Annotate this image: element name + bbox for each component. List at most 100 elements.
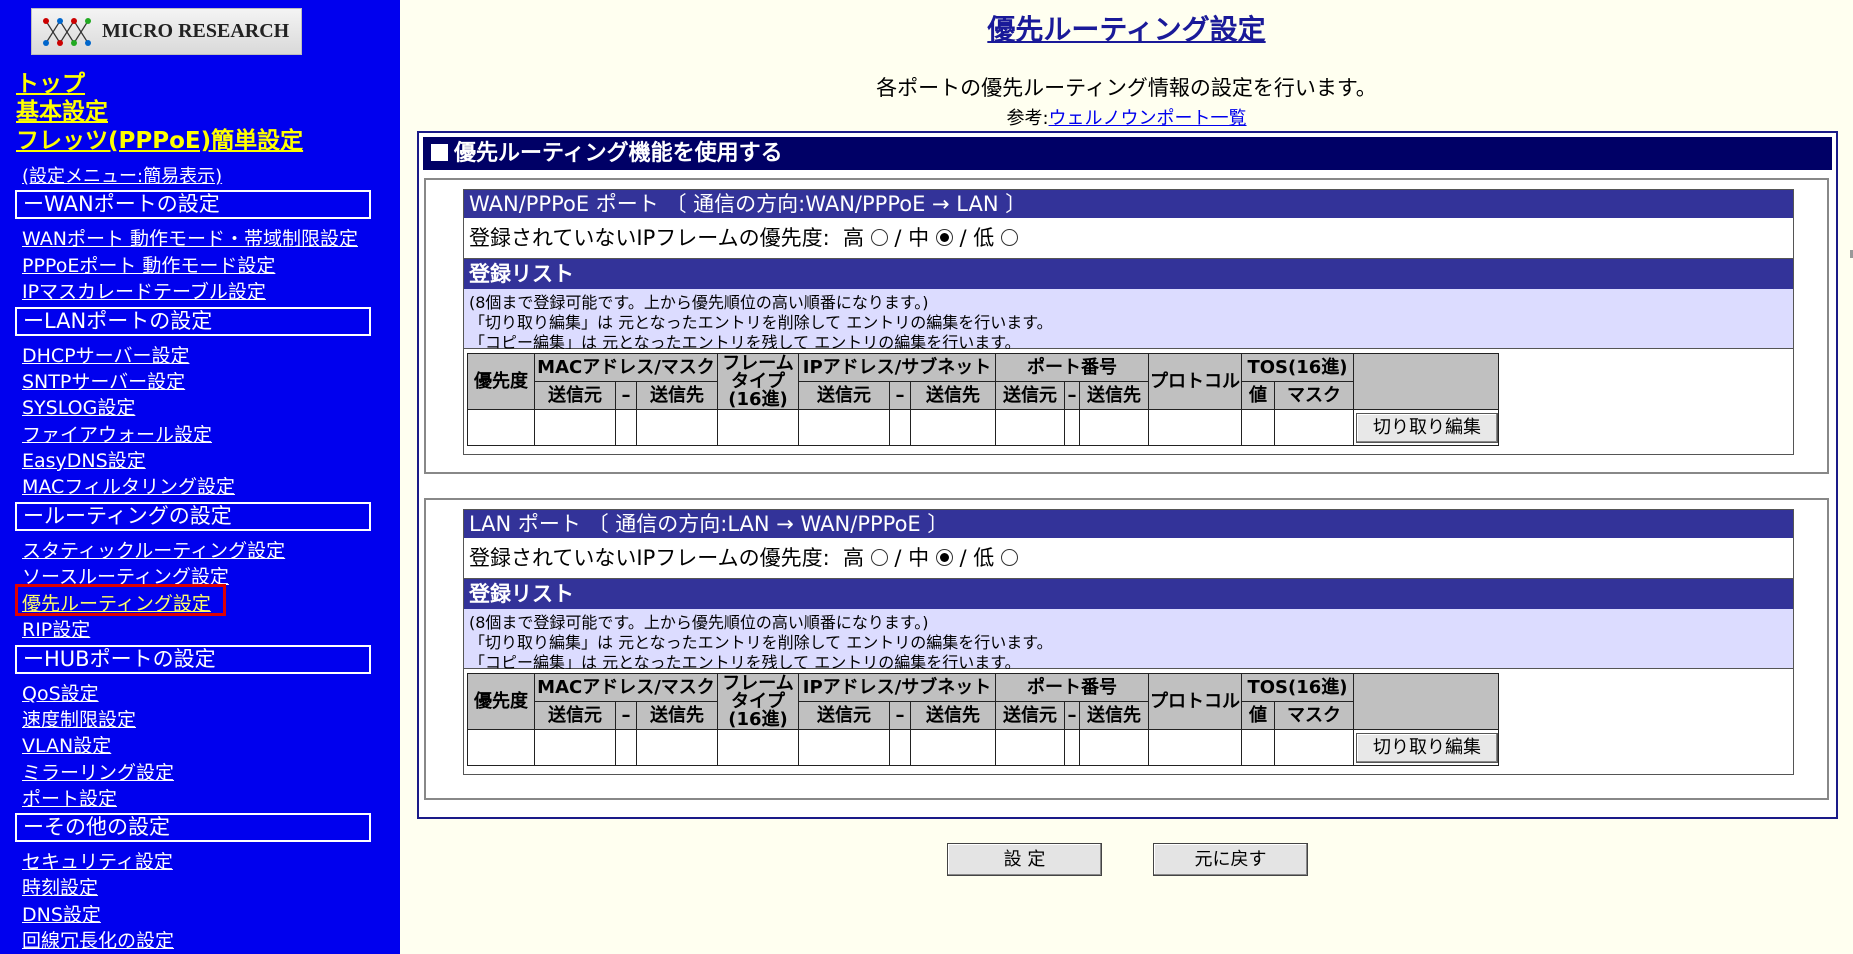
col-frame-type-line3: (16進): [728, 708, 788, 730]
wan-priority-label: 登録されていないIPフレームの優先度:: [469, 226, 830, 250]
logo-mark-icon: [43, 18, 91, 46]
enable-priority-routing-checkbox[interactable]: [431, 143, 448, 161]
lan-priority-mid-label: 中: [908, 546, 930, 570]
col-ip-dst: 送信先: [910, 701, 996, 730]
sidebar-item-easydns[interactable]: EasyDNS設定: [22, 446, 146, 473]
lan-route-table: 優先度 MACアドレス/マスク フレーム タイプ (16進) IPアドレス/サブネッ…: [467, 673, 1499, 766]
col-priority: 優先度: [467, 353, 535, 410]
sidebar-item-dns[interactable]: DNS設定: [22, 900, 101, 927]
col-mac-src: 送信元: [534, 381, 616, 410]
col-frame-type-line1: フレーム: [722, 672, 794, 694]
sidebar-item-wan-mode[interactable]: WANポート 動作モード・帯域制限設定: [22, 224, 358, 251]
col-mac-src: 送信元: [534, 701, 616, 730]
lan-cut-edit-button[interactable]: 切り取り編集: [1356, 732, 1498, 763]
lan-port-frame: LAN ポート 〔 通信の方向:LAN → WAN/PPPoE 〕 登録されてい…: [424, 498, 1829, 800]
col-ip: IPアドレス/サブネット: [798, 673, 996, 702]
page-description: 各ポートの優先ルーティング情報の設定を行います。: [876, 76, 1377, 100]
lan-default-priority-row: 登録されていないIPフレームの優先度: 高 / 中 / 低: [464, 538, 1793, 579]
sidebar-item-sntp[interactable]: SNTPサーバー設定: [22, 367, 185, 394]
wan-port-section: WAN/PPPoE ポート 〔 通信の方向:WAN/PPPoE → LAN 〕 …: [463, 189, 1794, 455]
sidebar-item-static-routing[interactable]: スタティックルーティング設定: [22, 536, 285, 563]
col-port-number: ポート番号: [995, 353, 1149, 382]
col-port-dash: –: [1064, 381, 1080, 410]
col-tos-mask: マスク: [1274, 701, 1354, 730]
revert-button[interactable]: 元に戻す: [1153, 843, 1308, 876]
logo-text: MICRO RESEARCH: [102, 20, 290, 42]
sidebar-item-ip-masquerade[interactable]: IPマスカレードテーブル設定: [22, 277, 266, 304]
table-row: 切り取り編集: [467, 409, 1499, 446]
sidebar-section-wan: ーWANポートの設定: [15, 190, 371, 219]
col-port-src: 送信元: [995, 381, 1065, 410]
wan-priority-low-radio[interactable]: [1000, 228, 1018, 246]
col-frame-type: フレーム タイプ (16進): [717, 352, 799, 410]
sidebar-item-mac-filter[interactable]: MACフィルタリング設定: [22, 472, 235, 499]
priority-routing-panel: 優先ルーティング機能を使用する WAN/PPPoE ポート 〔 通信の方向:WA…: [417, 131, 1838, 819]
wan-default-priority-row: 登録されていないIPフレームの優先度: 高 / 中 / 低: [464, 218, 1793, 259]
wan-priority-mid-label: 中: [908, 226, 930, 250]
sidebar-item-security[interactable]: セキュリティ設定: [22, 847, 173, 874]
lan-priority-low-label: 低: [973, 546, 995, 570]
sidebar-item-syslog[interactable]: SYSLOG設定: [22, 393, 135, 420]
col-port-number: ポート番号: [995, 673, 1149, 702]
col-mac-dash: –: [615, 701, 637, 730]
enable-priority-routing-label: 優先ルーティング機能を使用する: [454, 141, 783, 166]
col-protocol: プロトコル: [1148, 353, 1242, 410]
sidebar-item-rate-limit[interactable]: 速度制限設定: [22, 705, 136, 732]
col-actions: [1353, 353, 1499, 410]
lan-priority-high-label: 高: [843, 546, 865, 570]
sidebar-item-qos[interactable]: QoS設定: [22, 679, 99, 706]
sidebar-item-rip[interactable]: RIP設定: [22, 615, 90, 642]
lan-priority-label: 登録されていないIPフレームの優先度:: [469, 546, 830, 570]
table-row: 切り取り編集: [467, 729, 1499, 766]
col-ip-dash: –: [889, 701, 911, 730]
sidebar-item-time[interactable]: 時刻設定: [22, 873, 98, 900]
lan-priority-mid-radio[interactable]: [935, 548, 953, 566]
apply-button[interactable]: 設 定: [947, 843, 1102, 876]
lan-priority-low-radio[interactable]: [1000, 548, 1018, 566]
sidebar-section-lan: ーLANポートの設定: [15, 307, 371, 336]
col-mac-dash: –: [615, 381, 637, 410]
wan-list-notes: (8個まで登録可能です。上から優先順位の高い順番になります。) 「切り取り編集」…: [464, 289, 1793, 352]
wan-priority-high-label: 高: [843, 226, 865, 250]
col-mac: MACアドレス/マスク: [534, 353, 718, 382]
col-protocol: プロトコル: [1148, 673, 1242, 730]
reference-line: 参考:ウェルノウンポート一覧: [400, 104, 1853, 130]
col-actions: [1353, 673, 1499, 730]
sidebar-link-menu-mode[interactable]: (設定メニュー:簡易表示): [22, 162, 222, 188]
wan-port-frame: WAN/PPPoE ポート 〔 通信の方向:WAN/PPPoE → LAN 〕 …: [424, 178, 1829, 474]
wan-priority-mid-radio[interactable]: [935, 228, 953, 246]
col-frame-type-line2: タイプ: [731, 370, 785, 392]
col-port-dst: 送信先: [1079, 381, 1149, 410]
sidebar-item-vlan[interactable]: VLAN設定: [22, 731, 111, 758]
lan-list-title: 登録リスト: [464, 579, 1793, 609]
col-mac-dst: 送信先: [636, 381, 718, 410]
lan-note-2: 「切り取り編集」は 元となったエントリを削除して エントリの編集を行います。: [469, 633, 1053, 652]
col-ip-src: 送信元: [798, 381, 890, 410]
sidebar-item-mirroring[interactable]: ミラーリング設定: [22, 758, 174, 785]
sidebar: MICRO RESEARCH トップ 基本設定 フレッツ(PPPoE)簡単設定 …: [0, 0, 400, 954]
col-priority: 優先度: [467, 673, 535, 730]
col-frame-type-line1: フレーム: [722, 352, 794, 374]
wan-note-2: 「切り取り編集」は 元となったエントリを削除して エントリの編集を行います。: [469, 313, 1053, 332]
sidebar-item-line-redundancy[interactable]: 回線冗長化の設定: [22, 926, 174, 953]
col-port-dash: –: [1064, 701, 1080, 730]
wan-priority-high-radio[interactable]: [870, 228, 888, 246]
wan-cut-edit-button[interactable]: 切り取り編集: [1356, 412, 1498, 443]
sidebar-item-pppoe-mode[interactable]: PPPoEポート 動作モード設定: [22, 251, 275, 278]
micro-research-logo[interactable]: MICRO RESEARCH: [31, 8, 302, 55]
well-known-ports-link[interactable]: ウェルノウンポート一覧: [1049, 108, 1247, 129]
sidebar-item-dhcp[interactable]: DHCPサーバー設定: [22, 341, 189, 368]
lan-priority-high-radio[interactable]: [870, 548, 888, 566]
col-tos: TOS(16進): [1241, 353, 1354, 382]
sidebar-item-firewall[interactable]: ファイアウォール設定: [22, 420, 212, 447]
col-port-src: 送信元: [995, 701, 1065, 730]
sidebar-item-port[interactable]: ポート設定: [22, 784, 117, 811]
lan-table-area: 優先度 MACアドレス/マスク フレーム タイプ (16進) IPアドレス/サブネッ…: [464, 669, 1793, 774]
col-mac: MACアドレス/マスク: [534, 673, 718, 702]
sidebar-section-hub: ーHUBポートの設定: [15, 645, 371, 674]
wan-table-area: 優先度 MACアドレス/マスク フレーム タイプ (16進) IPアドレス/サブネッ…: [464, 349, 1793, 454]
col-ip-src: 送信元: [798, 701, 890, 730]
sidebar-link-flets-easy-setup[interactable]: フレッツ(PPPoE)簡単設定: [16, 121, 303, 155]
col-tos: TOS(16進): [1241, 673, 1354, 702]
lan-port-section: LAN ポート 〔 通信の方向:LAN → WAN/PPPoE 〕 登録されてい…: [463, 509, 1794, 775]
